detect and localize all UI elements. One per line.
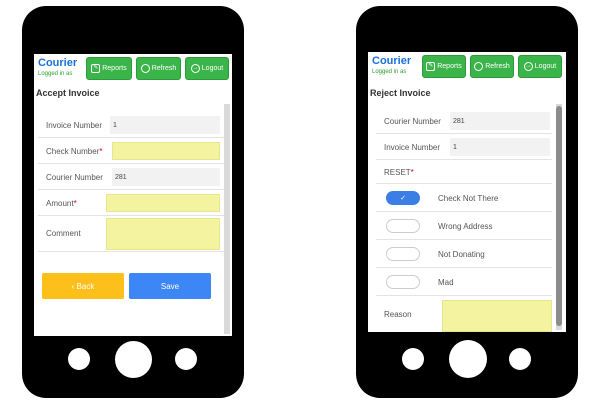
amount-label: Amount* <box>46 199 77 208</box>
refresh-icon <box>474 62 484 71</box>
invoice-number-label: Invoice Number <box>46 121 103 130</box>
logout-label: Logout <box>201 65 224 72</box>
invoice-number-row: Invoice Number 1 <box>38 112 224 138</box>
logout-icon: → <box>523 62 533 71</box>
invoice-number-value: 1 <box>453 143 457 151</box>
check-number-row: Check Number* <box>38 138 224 164</box>
option-wrong-address[interactable]: Wrong Address <box>376 212 552 240</box>
option-not-donating[interactable]: Not Donating <box>376 240 552 268</box>
reports-icon: ✎ <box>91 64 101 73</box>
logout-icon: → <box>190 64 200 73</box>
invoice-number-field[interactable]: 1 <box>450 138 550 156</box>
home-key[interactable] <box>449 340 487 378</box>
option-mad[interactable]: Mad <box>376 268 552 296</box>
reports-label: Reports <box>102 65 127 72</box>
reports-label: Reports <box>437 63 462 70</box>
home-key[interactable] <box>115 341 152 378</box>
courier-number-label: Courier Number <box>46 173 103 182</box>
toggle-check-not-there[interactable]: ✓ <box>386 191 420 205</box>
brand: Courier Logged in as <box>38 57 78 78</box>
page-title: Reject Invoice <box>370 88 431 98</box>
comment-label: Comment <box>46 229 81 238</box>
brand: Courier Logged in as <box>372 55 412 76</box>
check-number-label: Check Number* <box>46 147 103 156</box>
toggle-mad[interactable] <box>386 275 420 289</box>
reports-button[interactable]: ✎ Reports <box>422 55 466 78</box>
option-label: Not Donating <box>438 250 485 259</box>
invoice-number-field[interactable]: 1 <box>110 116 220 134</box>
courier-number-value: 281 <box>115 173 127 181</box>
scrollbar-thumb[interactable] <box>556 106 562 326</box>
toggle-wrong-address[interactable] <box>386 219 420 233</box>
logged-in-label: Logged in as <box>38 71 73 77</box>
brand-logo: Courier <box>38 57 78 69</box>
courier-number-field[interactable]: 281 <box>450 112 550 130</box>
check-number-input[interactable] <box>112 142 220 160</box>
reject-invoice-screen: Courier Logged in as ✎ Reports Refresh →… <box>368 52 566 332</box>
option-check-not-there[interactable]: ✓ Check Not There <box>376 184 552 212</box>
amount-row: Amount* <box>38 190 224 216</box>
save-button[interactable]: Save <box>129 273 211 299</box>
top-bar: Courier Logged in as ✎ Reports Refresh →… <box>368 52 566 82</box>
scrollbar[interactable] <box>556 104 562 330</box>
back-key[interactable] <box>402 348 424 370</box>
reset-row: RESET* <box>376 160 552 184</box>
back-button[interactable]: ‹ Back <box>42 273 124 299</box>
menu-key[interactable] <box>175 348 197 370</box>
reason-label: Reason <box>384 310 412 319</box>
reason-row: Reason <box>376 296 552 332</box>
courier-number-value: 281 <box>453 117 465 125</box>
check-icon: ✓ <box>400 195 406 202</box>
reason-input[interactable] <box>442 300 552 332</box>
reset-label: RESET* <box>384 168 414 177</box>
comment-input[interactable] <box>106 218 220 250</box>
refresh-button[interactable]: Refresh <box>470 55 514 78</box>
reports-button[interactable]: ✎ Reports <box>86 57 132 80</box>
logout-button[interactable]: → Logout <box>185 57 229 80</box>
toggle-not-donating[interactable] <box>386 247 420 261</box>
option-label: Mad <box>438 278 454 287</box>
invoice-number-label: Invoice Number <box>384 143 441 152</box>
accept-invoice-screen: Courier Logged in as ✎ Reports Refresh →… <box>34 54 232 336</box>
top-bar: Courier Logged in as ✎ Reports Refresh →… <box>34 54 232 84</box>
logged-in-label: Logged in as <box>372 69 407 75</box>
logout-label: Logout <box>534 63 557 70</box>
comment-row: Comment <box>38 216 224 252</box>
phone-frame-accept: Courier Logged in as ✎ Reports Refresh →… <box>22 6 244 398</box>
option-label: Wrong Address <box>438 222 493 231</box>
brand-logo: Courier <box>372 55 412 67</box>
reports-icon: ✎ <box>426 62 436 71</box>
page-title: Accept Invoice <box>36 88 100 98</box>
invoice-number-value: 1 <box>113 121 117 129</box>
courier-number-field[interactable]: 281 <box>112 168 220 186</box>
scrollbar[interactable] <box>224 104 230 334</box>
menu-key[interactable] <box>509 348 531 370</box>
refresh-icon <box>140 64 150 73</box>
refresh-button[interactable]: Refresh <box>136 57 181 80</box>
option-label: Check Not There <box>438 194 499 203</box>
refresh-label: Refresh <box>485 63 510 70</box>
courier-number-label: Courier Number <box>384 117 441 126</box>
invoice-number-row: Invoice Number 1 <box>376 134 552 160</box>
back-key[interactable] <box>68 348 90 370</box>
logout-button[interactable]: → Logout <box>518 55 562 78</box>
courier-number-row: Courier Number 281 <box>38 164 224 190</box>
refresh-label: Refresh <box>151 65 177 72</box>
amount-input[interactable] <box>106 194 220 212</box>
courier-number-row: Courier Number 281 <box>376 108 552 134</box>
phone-frame-reject: Courier Logged in as ✎ Reports Refresh →… <box>356 6 578 398</box>
